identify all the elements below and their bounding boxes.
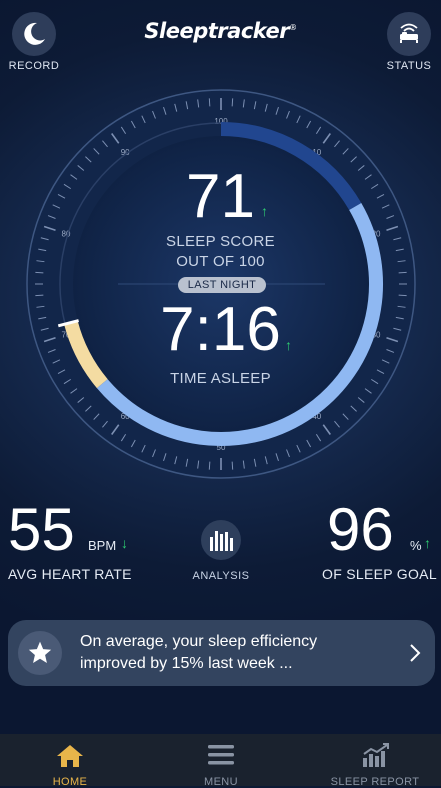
- score-trend-up-icon: ↑: [261, 203, 268, 219]
- tab-bar: HOME MENU SLEEP REPORT: [0, 734, 441, 788]
- insight-text: On average, your sleep efficiency improv…: [80, 631, 400, 675]
- analysis-label: ANALYSIS: [192, 570, 250, 582]
- heart-rate-trend-down-icon: ↓: [121, 535, 128, 551]
- app-logo: Sleeptracker®: [0, 19, 441, 43]
- dial-tick: [208, 98, 211, 107]
- record-label: RECORD: [8, 60, 60, 72]
- heart-rate-value: 55: [8, 496, 75, 563]
- dial-tick: [35, 294, 44, 297]
- status-label: STATUS: [386, 60, 432, 72]
- insight-text-line1: On average, your sleep efficiency: [80, 633, 318, 650]
- sleep-goal-unit: %: [410, 538, 422, 553]
- sleep-score-sublabel: OUT OF 100: [176, 253, 265, 270]
- time-asleep-value: 7:16: [160, 295, 281, 364]
- logo-mark: ®: [289, 23, 297, 32]
- sleep-goal-value: 96: [327, 496, 394, 563]
- insight-card[interactable]: On average, your sleep efficiency improv…: [8, 620, 435, 686]
- sleep-goal-trend-up-icon: ↑: [424, 535, 431, 551]
- bar-chart-icon: [210, 531, 233, 551]
- star-badge: [18, 631, 62, 675]
- logo-text: Sleeptracker: [144, 19, 290, 43]
- tab-menu-label: MENU: [204, 776, 238, 788]
- dial-tick: [398, 294, 407, 297]
- analysis-button[interactable]: ANALYSIS: [193, 520, 251, 586]
- heart-rate-label: AVG HEART RATE: [8, 566, 132, 582]
- tab-home-label: HOME: [52, 776, 88, 788]
- sleep-score-value: 71: [186, 162, 255, 231]
- bed-signal-icon: [400, 23, 418, 43]
- dial-tick: [208, 461, 211, 470]
- period-badge: LAST NIGHT: [178, 277, 266, 293]
- chevron-right-icon[interactable]: [409, 643, 421, 663]
- time-trend-up-icon: ↑: [285, 337, 292, 353]
- menu-icon: [208, 745, 234, 765]
- star-icon: [28, 641, 52, 663]
- dial-tick: [231, 461, 234, 470]
- tab-home[interactable]: HOME: [30, 734, 110, 788]
- tab-sleep-report-label: SLEEP REPORT: [330, 776, 420, 788]
- sleep-goal-label: OF SLEEP GOAL: [322, 566, 437, 582]
- dial-tick: [231, 98, 234, 107]
- sleep-score-label: SLEEP SCORE: [166, 233, 275, 250]
- tab-menu[interactable]: MENU: [181, 734, 261, 788]
- tab-sleep-report[interactable]: SLEEP REPORT: [325, 734, 425, 788]
- sleep-report-icon: [363, 743, 389, 767]
- heart-rate-unit: BPM: [88, 538, 117, 553]
- dial-tick: [398, 271, 407, 274]
- time-asleep-label: TIME ASLEEP: [170, 370, 271, 387]
- insight-text-line2: improved by 15% last week ...: [80, 655, 293, 672]
- dial-tick: [35, 271, 44, 274]
- home-icon: [57, 745, 83, 767]
- status-button[interactable]: [387, 12, 431, 56]
